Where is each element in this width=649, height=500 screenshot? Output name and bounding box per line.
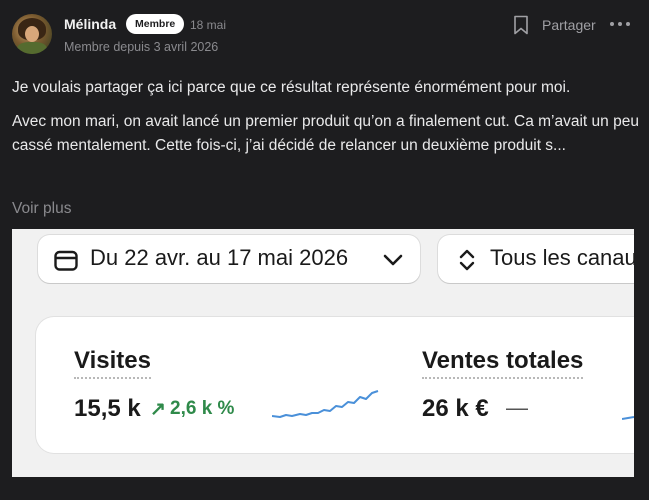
post-body: Je voulais partager ça ici parce que ce …: [12, 76, 642, 168]
more-options-icon[interactable]: [608, 14, 632, 34]
attached-screenshot[interactable]: Du 22 avr. au 17 mai 2026 Tous les canau…: [12, 229, 634, 477]
trend-up-icon: ↗: [150, 399, 166, 420]
post-paragraph: Je voulais partager ça ici parce que ce …: [12, 79, 571, 96]
date-range-selector: Du 22 avr. au 17 mai 2026: [38, 235, 420, 283]
visits-sparkline: [272, 390, 379, 418]
metric-value-visits: 15,5 k: [74, 395, 141, 422]
metric-label-sales: Ventes totales: [422, 347, 584, 379]
metric-trend-sales: —: [506, 395, 528, 420]
metrics-card: Visites 15,5 k ↗ 2,6 k % Ventes totales …: [36, 317, 634, 453]
sales-sparkline: [622, 416, 634, 420]
channel-label: Tous les canaux: [490, 245, 634, 270]
calendar-icon: [54, 250, 78, 271]
sort-updown-icon: [459, 249, 475, 271]
channel-selector: Tous les canaux: [438, 235, 634, 283]
author-name[interactable]: Mélinda: [64, 16, 116, 32]
metric-label-visits: Visites: [74, 347, 151, 379]
bookmark-icon[interactable]: [513, 15, 529, 35]
post-paragraph: Avec mon mari, on avait lancé un premier…: [12, 113, 639, 154]
post-date: 18 mai: [190, 18, 227, 32]
date-range-label: Du 22 avr. au 17 mai 2026: [90, 245, 349, 270]
post-header: Mélinda Membre 18 mai Membre depuis 3 av…: [0, 0, 649, 64]
avatar[interactable]: [12, 14, 52, 54]
metric-trend-visits: 2,6 k %: [170, 398, 235, 419]
see-more-link[interactable]: Voir plus: [12, 200, 71, 218]
member-badge: Membre: [126, 14, 185, 34]
member-since: Membre depuis 3 avril 2026: [64, 40, 219, 54]
chevron-down-icon: [383, 254, 403, 266]
share-button[interactable]: Partager: [542, 17, 596, 33]
metric-value-sales: 26 k €: [422, 395, 489, 422]
